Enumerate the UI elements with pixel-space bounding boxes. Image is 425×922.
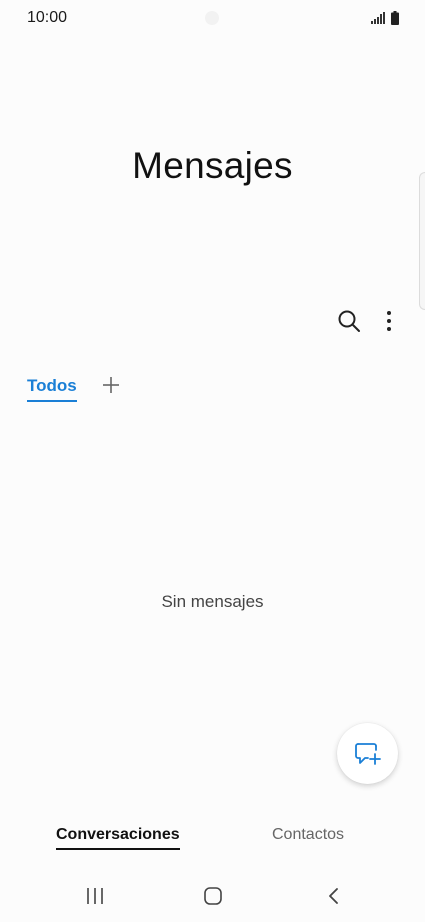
plus-icon (103, 377, 119, 393)
home-icon (204, 887, 222, 905)
status-time: 10:00 (27, 9, 68, 26)
tab-todos[interactable]: Todos (27, 376, 77, 402)
search-icon (338, 310, 360, 332)
messages-screen: 10:00 Mensajes Todos Sin mensajes Conver… (0, 0, 425, 922)
back-button[interactable] (325, 886, 341, 906)
edge-panel-handle[interactable] (419, 172, 425, 310)
new-message-button[interactable] (337, 723, 398, 784)
navigation-bar (0, 872, 425, 922)
recent-apps-button[interactable] (85, 886, 105, 906)
tab-contactos[interactable]: Contactos (272, 826, 344, 844)
battery-icon (391, 11, 399, 25)
status-bar: 10:00 (0, 0, 425, 36)
more-vert-icon (387, 311, 391, 331)
add-category-button[interactable] (100, 374, 122, 396)
search-button[interactable] (336, 308, 362, 334)
back-icon (329, 888, 338, 904)
more-options-button[interactable] (378, 308, 400, 334)
camera-cutout (205, 11, 219, 25)
home-button[interactable] (203, 886, 223, 906)
signal-icon (371, 12, 385, 24)
recent-apps-icon (87, 888, 103, 904)
new-message-icon (355, 743, 381, 765)
empty-state-text: Sin mensajes (161, 592, 264, 611)
page-title: Mensajes (132, 145, 293, 186)
tab-conversaciones[interactable]: Conversaciones (56, 826, 180, 850)
